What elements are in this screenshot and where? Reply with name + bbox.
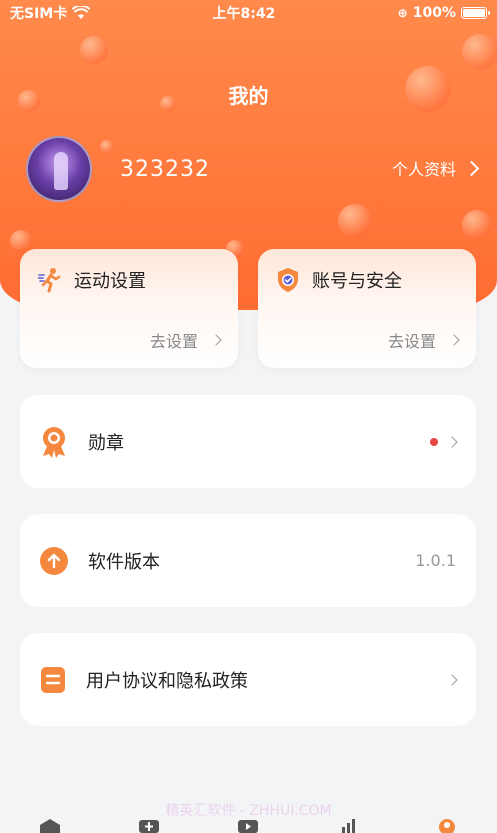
shield-icon <box>278 268 298 292</box>
clock: 上午8:42 <box>212 6 276 22</box>
running-icon <box>38 268 61 293</box>
tab-bar <box>0 818 497 833</box>
play-icon[interactable] <box>236 818 260 833</box>
medal-row[interactable]: 勋章 <box>20 395 476 488</box>
sport-settings-action: 去设置 <box>149 332 198 351</box>
chevron-right-icon <box>446 435 458 448</box>
software-version-label: 软件版本 <box>88 551 160 573</box>
profile-link[interactable]: 个人资料 <box>391 156 480 180</box>
software-version-row[interactable]: 软件版本 1.0.1 <box>20 514 476 607</box>
avatar[interactable] <box>26 136 92 202</box>
wifi-icon <box>72 6 91 19</box>
carrier-text: 无SIM卡 <box>10 6 68 22</box>
user-agreement-label: 用户协议和隐私政策 <box>86 670 248 692</box>
account-security-action: 去设置 <box>387 332 436 351</box>
chevron-right-icon <box>446 673 458 686</box>
account-security-card[interactable]: 账号与安全 去设置 <box>258 249 476 368</box>
notification-dot <box>430 437 438 446</box>
account-security-title: 账号与安全 <box>312 271 402 292</box>
sport-settings-card[interactable]: 运动设置 去设置 <box>20 249 238 368</box>
home-icon[interactable] <box>38 818 62 833</box>
chevron-right-icon <box>210 334 222 346</box>
battery-percent: 100% <box>412 5 456 21</box>
profile-icon[interactable] <box>435 818 459 833</box>
chevron-right-icon <box>448 334 460 346</box>
add-icon[interactable] <box>137 818 161 833</box>
orientation-lock-icon: ⊕ <box>397 6 408 20</box>
stats-icon[interactable] <box>336 818 360 833</box>
username: 323232 <box>120 157 210 182</box>
sport-settings-title: 运动设置 <box>74 271 146 292</box>
medal-icon <box>43 426 65 458</box>
watermark: 精英汇软件 - ZHHUI.COM <box>165 803 332 819</box>
upload-arrow-icon <box>40 546 68 575</box>
version-value: 1.0.1 <box>415 551 456 570</box>
chevron-right-icon <box>463 160 480 176</box>
medal-label: 勋章 <box>88 432 124 454</box>
status-bar: 无SIM卡 上午8:42 ⊕ 100% <box>0 0 497 26</box>
profile-link-label: 个人资料 <box>391 160 456 179</box>
document-icon <box>41 666 65 693</box>
page-title: 我的 <box>228 84 269 108</box>
user-agreement-row[interactable]: 用户协议和隐私政策 <box>20 633 476 726</box>
battery-icon <box>460 7 490 19</box>
